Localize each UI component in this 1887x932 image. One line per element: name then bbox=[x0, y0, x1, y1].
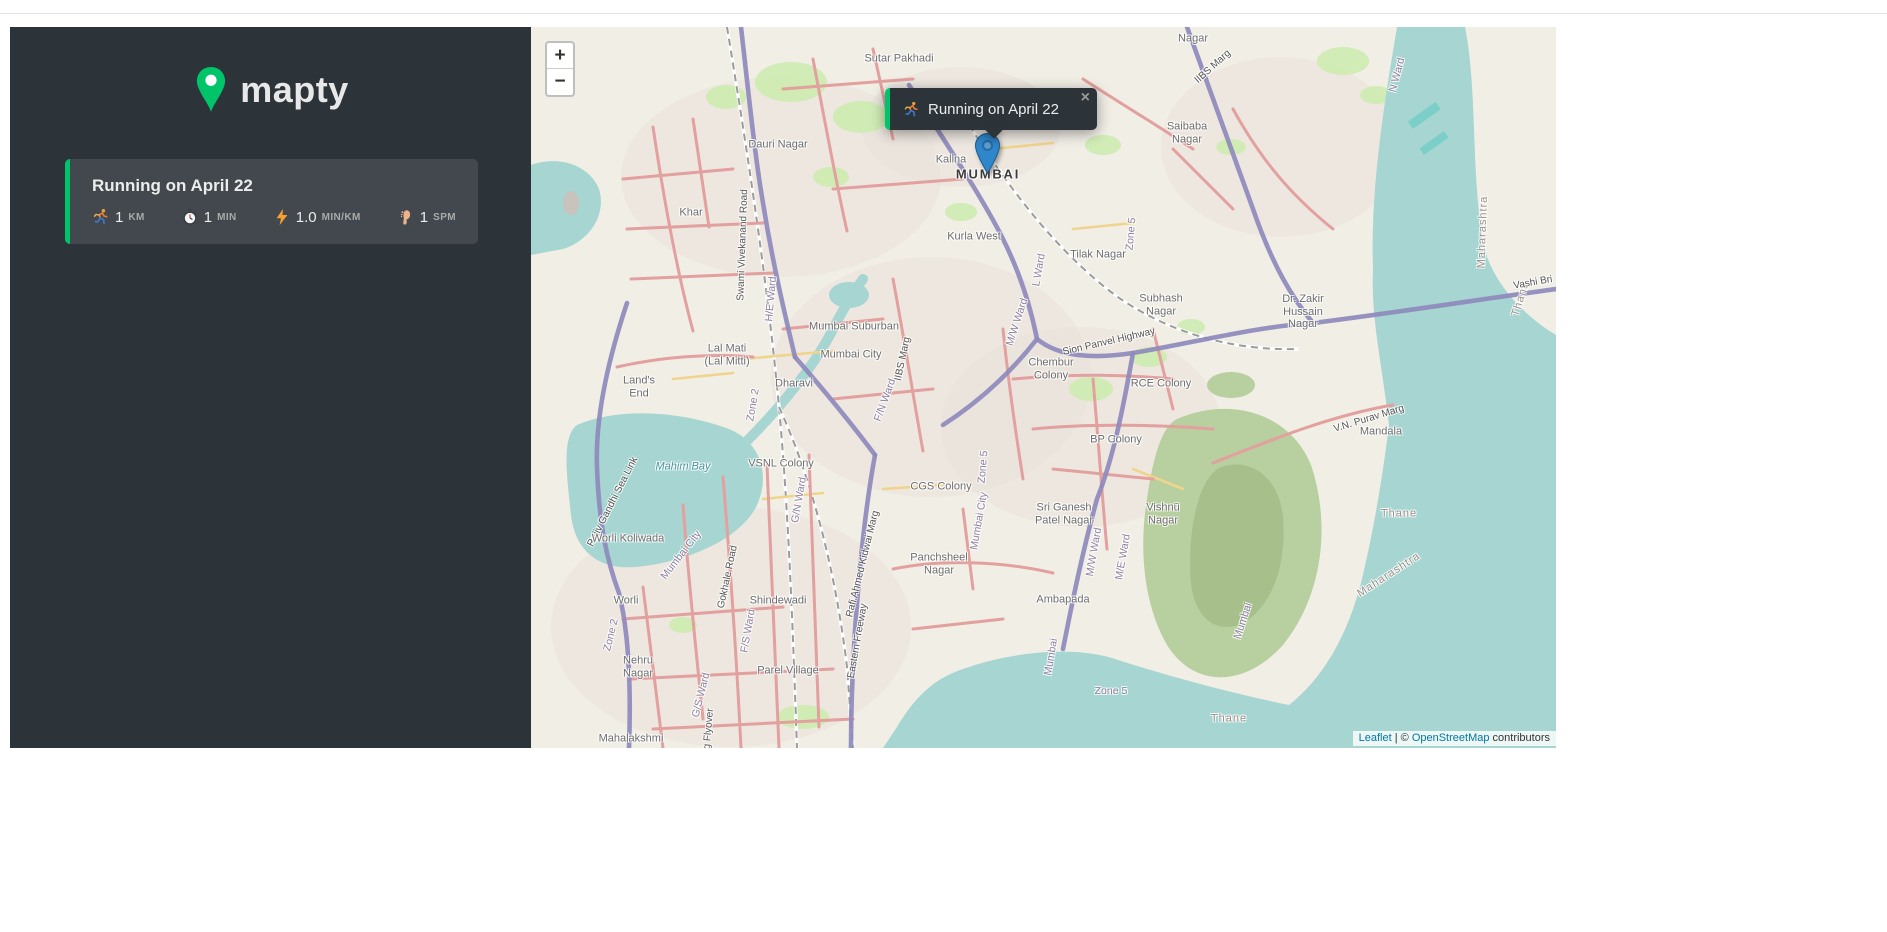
runner-icon bbox=[92, 208, 110, 226]
sidebar: mapty Running on April 22 1 KM 1 MIN 1.0 MIN/… bbox=[10, 27, 531, 748]
map-art bbox=[531, 27, 1556, 748]
zoom-in-button[interactable]: + bbox=[547, 43, 573, 69]
osm-link[interactable]: OpenStreetMap bbox=[1412, 732, 1490, 744]
logo-text: mapty bbox=[240, 69, 349, 111]
workout-list: Running on April 22 1 KM 1 MIN 1.0 MIN/KM 1 SPM bbox=[65, 159, 478, 244]
foot-icon bbox=[397, 208, 415, 226]
stat-unit: MIN/KM bbox=[322, 212, 361, 223]
copyright-symbol: © bbox=[1401, 732, 1412, 744]
zoom-out-button[interactable]: − bbox=[547, 69, 573, 95]
attribution-separator: | bbox=[1392, 732, 1401, 744]
lightning-icon bbox=[273, 208, 291, 226]
leaflet-link[interactable]: Leaflet bbox=[1359, 732, 1392, 744]
workout-stat: 1 KM bbox=[92, 208, 145, 226]
map[interactable]: Sutar PakhadiNagarIIBS MargN WardMaharas… bbox=[531, 27, 1556, 748]
workout-stats: 1 KM 1 MIN 1.0 MIN/KM 1 SPM bbox=[92, 208, 456, 226]
stat-value: 1.0 bbox=[296, 209, 317, 226]
logo: mapty bbox=[65, 65, 478, 115]
mapty-app: mapty Running on April 22 1 KM 1 MIN 1.0 MIN/… bbox=[10, 27, 1556, 748]
workout-stat: 1 MIN bbox=[181, 208, 237, 226]
workout-stat: 1.0 MIN/KM bbox=[273, 208, 361, 226]
map-attribution: Leaflet | © OpenStreetMap contributors bbox=[1353, 731, 1556, 746]
stat-unit: MIN bbox=[217, 212, 237, 223]
stat-unit: SPM bbox=[433, 212, 456, 223]
workout-popup: Running on April 22 × bbox=[885, 88, 1097, 130]
stat-unit: KM bbox=[128, 212, 144, 223]
zoom-control: + − bbox=[545, 41, 575, 97]
logo-pin-icon bbox=[194, 65, 228, 115]
workout-title: Running on April 22 bbox=[92, 176, 456, 196]
popup-text: Running on April 22 bbox=[928, 101, 1059, 118]
stopwatch-icon bbox=[181, 208, 199, 226]
workout-card[interactable]: Running on April 22 1 KM 1 MIN 1.0 MIN/KM 1 SPM bbox=[65, 159, 478, 244]
popup-close-button[interactable]: × bbox=[1081, 89, 1090, 107]
workout-stat: 1 SPM bbox=[397, 208, 456, 226]
stat-value: 1 bbox=[204, 209, 212, 226]
top-divider bbox=[0, 13, 1887, 14]
stat-value: 1 bbox=[420, 209, 428, 226]
page: mapty Running on April 22 1 KM 1 MIN 1.0 MIN/… bbox=[0, 0, 1887, 932]
runner-icon bbox=[903, 101, 920, 118]
attribution-suffix: contributors bbox=[1489, 732, 1550, 744]
map-marker-icon[interactable] bbox=[975, 133, 1000, 174]
stat-value: 1 bbox=[115, 209, 123, 226]
